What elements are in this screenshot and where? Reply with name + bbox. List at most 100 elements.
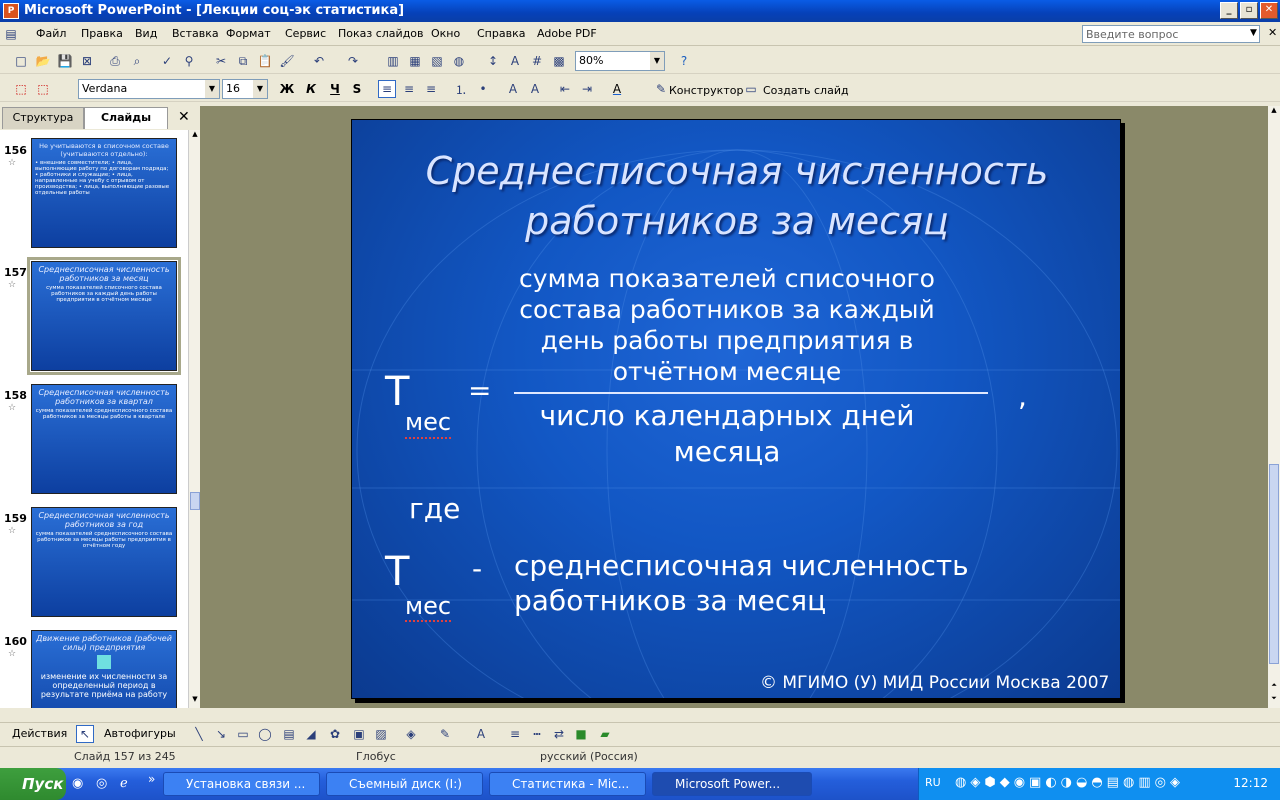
slide-thumbnail-157[interactable]: Среднесписочная численность работников з…	[27, 257, 181, 375]
font-color-icon[interactable]: A	[608, 80, 626, 98]
autoshapes-menu[interactable]: Автофигуры	[104, 727, 176, 740]
oval-icon[interactable]: ◯	[256, 725, 274, 743]
format-painter-icon[interactable]: 🖌	[278, 52, 296, 70]
taskbar-item-active[interactable]: Microsoft Power...	[652, 772, 812, 796]
shadow-style-icon[interactable]: ■	[572, 725, 590, 743]
pdf-icon[interactable]: ⬚	[12, 80, 30, 98]
thumbnail-scrollbar[interactable]: ▲ ▼	[188, 130, 200, 708]
current-slide[interactable]: Среднесписочная численность работников з…	[351, 119, 1121, 699]
scroll-thumb[interactable]	[1269, 464, 1279, 664]
slide-thumbnail-158[interactable]: Среднесписочная численность работников з…	[31, 384, 177, 494]
menu-slideshow[interactable]: Показ слайдов	[338, 27, 424, 40]
tables-borders-icon[interactable]: ▧	[428, 52, 446, 70]
paste-icon[interactable]: 📋	[256, 52, 274, 70]
menu-tools[interactable]: Сервис	[285, 27, 326, 40]
decrease-font-icon[interactable]: A	[526, 80, 544, 98]
show-formatting-icon[interactable]: A	[506, 52, 524, 70]
menu-help[interactable]: Справка	[477, 27, 525, 40]
rectangle-icon[interactable]: ▭	[234, 725, 252, 743]
powerpoint-app-icon[interactable]: P	[3, 3, 19, 19]
pdf-email-icon[interactable]: ⬚	[34, 80, 52, 98]
line-color-icon[interactable]: ✎	[436, 725, 454, 743]
spelling-icon[interactable]: ✓	[158, 52, 176, 70]
arrow-style-icon[interactable]: ⇄	[550, 725, 568, 743]
ask-dropdown-icon[interactable]: ▼	[1250, 28, 1257, 38]
taskbar-item[interactable]: Статистика - Mic...	[489, 772, 646, 796]
menu-window[interactable]: Окно	[431, 27, 460, 40]
browser-icon[interactable]: ◎	[96, 776, 107, 791]
menu-view[interactable]: Вид	[135, 27, 157, 40]
document-icon[interactable]: ▤	[2, 25, 20, 43]
designer-button[interactable]: Конструктор	[669, 84, 743, 97]
tab-slides[interactable]: Слайды	[84, 107, 168, 129]
diagram-icon[interactable]: ✿	[326, 725, 344, 743]
insert-diagram-icon[interactable]: ◍	[450, 52, 468, 70]
dash-style-icon[interactable]: ┅	[528, 725, 546, 743]
actions-menu[interactable]: Действия	[12, 727, 67, 740]
slide-scrollbar[interactable]: ▲ ⏶ ⏷	[1268, 106, 1280, 708]
bold-button[interactable]: Ж	[278, 80, 296, 98]
new-slide-button[interactable]: Создать слайд	[763, 84, 849, 97]
menu-format[interactable]: Формат	[226, 27, 271, 40]
arrow-icon[interactable]: ↘	[212, 725, 230, 743]
bullets-icon[interactable]: •	[474, 80, 492, 98]
slide-thumbnail-156[interactable]: Не учитываются в списочном составе (учит…	[31, 138, 177, 248]
designer-icon[interactable]: ✎	[652, 80, 670, 98]
fill-color-icon[interactable]: ◈	[402, 725, 420, 743]
media-player-icon[interactable]: ◉	[72, 776, 83, 791]
slide-thumbnail-160[interactable]: Движение работников (рабочей силы) предп…	[31, 630, 177, 708]
internet-explorer-icon[interactable]: ℯ	[120, 776, 128, 791]
font-color-icon[interactable]: A	[472, 725, 490, 743]
textbox-icon[interactable]: ▤	[280, 725, 298, 743]
line-icon[interactable]: ╲	[190, 725, 208, 743]
help-icon[interactable]: ?	[675, 52, 693, 70]
taskbar-item[interactable]: Съемный диск (I:)	[326, 772, 483, 796]
panel-close-icon[interactable]: ✕	[178, 109, 190, 125]
open-icon[interactable]: 📂	[34, 52, 52, 70]
slide-thumbnail-159[interactable]: Среднесписочная численность работников з…	[31, 507, 177, 617]
doc-close-icon[interactable]: ✕	[1268, 26, 1277, 39]
redo-icon[interactable]: ↷	[344, 52, 362, 70]
expand-all-icon[interactable]: ↕	[484, 52, 502, 70]
align-center-icon[interactable]: ≡	[400, 80, 418, 98]
underline-button[interactable]: Ч	[326, 80, 344, 98]
italic-button[interactable]: К	[302, 80, 320, 98]
scroll-up-icon[interactable]: ▲	[1269, 106, 1279, 118]
align-left-icon[interactable]: ≡	[378, 80, 396, 98]
print-preview-icon[interactable]: ⌕	[128, 52, 146, 70]
size-dropdown-icon[interactable]: ▼	[253, 80, 267, 98]
undo-icon[interactable]: ↶	[310, 52, 328, 70]
tab-outline[interactable]: Структура	[2, 107, 84, 129]
start-button[interactable]: Пуск	[0, 768, 66, 800]
taskbar-item[interactable]: Установка связи ...	[163, 772, 320, 796]
insert-table-icon[interactable]: ▦	[406, 52, 424, 70]
picture-icon[interactable]: ▨	[372, 725, 390, 743]
scroll-thumb[interactable]	[190, 492, 200, 510]
increase-indent-icon[interactable]: ⇥	[578, 80, 596, 98]
ask-question-input[interactable]: Введите вопрос	[1082, 25, 1260, 43]
color-grayscale-icon[interactable]: ▩	[550, 52, 568, 70]
research-icon[interactable]: ⚲	[180, 52, 198, 70]
minimize-button[interactable]: _	[1220, 2, 1238, 19]
cut-icon[interactable]: ✂	[212, 52, 230, 70]
wordart-icon[interactable]: ◢	[302, 725, 320, 743]
prev-slide-icon[interactable]: ⏶	[1269, 681, 1279, 693]
save-icon[interactable]: 💾	[56, 52, 74, 70]
select-arrow-icon[interactable]: ↖	[76, 725, 94, 743]
print-icon[interactable]: ⎙	[106, 52, 124, 70]
menu-adobe-pdf[interactable]: Adobe PDF	[537, 27, 597, 40]
decrease-indent-icon[interactable]: ⇤	[556, 80, 574, 98]
align-right-icon[interactable]: ≡	[422, 80, 440, 98]
scroll-down-icon[interactable]: ▼	[190, 695, 200, 707]
scroll-up-icon[interactable]: ▲	[190, 130, 200, 142]
font-dropdown-icon[interactable]: ▼	[205, 80, 219, 98]
tray-icons[interactable]: ◍◈⬢◆◉▣◐◑◒◓▤◍▥◎◈	[955, 775, 1184, 790]
font-select[interactable]: Verdana ▼	[78, 79, 220, 99]
maximize-button[interactable]: ▫	[1240, 2, 1258, 19]
language-indicator[interactable]: RU	[925, 776, 941, 789]
show-grid-icon[interactable]: #	[528, 52, 546, 70]
increase-font-icon[interactable]: A	[504, 80, 522, 98]
next-slide-icon[interactable]: ⏷	[1269, 694, 1279, 706]
zoom-dropdown-icon[interactable]: ▼	[650, 52, 664, 70]
font-size-select[interactable]: 16 ▼	[222, 79, 268, 99]
